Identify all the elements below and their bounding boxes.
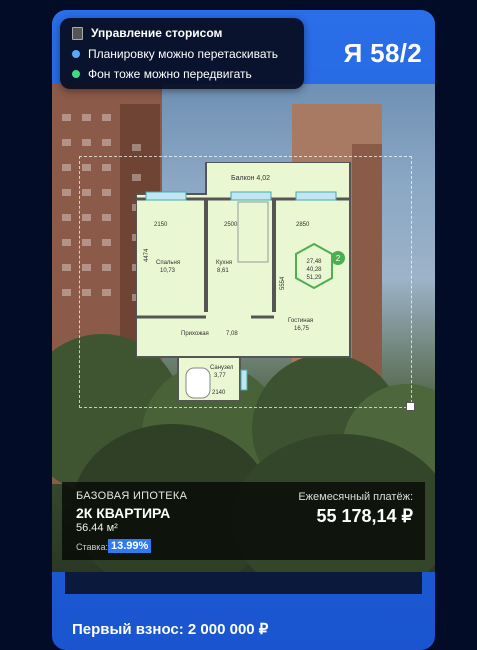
room-bedroom: Спальня — [156, 260, 180, 266]
offer-label: БАЗОВАЯ ИПОТЕКА — [76, 490, 188, 502]
hex-area-1: 27,48 — [306, 259, 322, 265]
phone-icon — [72, 26, 83, 40]
plan-badge-number: 2 — [336, 254, 341, 263]
dim-2850: 2850 — [296, 222, 310, 228]
hex-area-3: 51,29 — [306, 275, 322, 281]
dim-2150: 2150 — [154, 222, 168, 228]
hex-area-2: 40,28 — [306, 267, 322, 273]
blue-dot-icon — [72, 50, 80, 58]
tooltip-header: Управление сторисом — [91, 26, 223, 40]
footer-strip — [65, 572, 422, 594]
story-controls-tooltip: Управление сторисом Планировку можно пер… — [60, 18, 304, 89]
room-living: Гостиная — [288, 318, 313, 324]
resize-handle[interactable] — [406, 402, 415, 411]
dim-5554: 5554 — [280, 276, 286, 290]
tooltip-hint-plan: Планировку можно перетаскивать — [88, 47, 279, 61]
offer-type: 2К КВАРТИРА — [76, 505, 171, 521]
floor-plan[interactable]: 2 27,48 40,28 51,29 Балкон 4,02 2150 250… — [136, 162, 356, 404]
offer-panel: БАЗОВАЯ ИПОТЕКА 2К КВАРТИРА 56.44 м² Ста… — [62, 482, 425, 560]
tooltip-hint-bg: Фон тоже можно передвигать — [88, 67, 252, 81]
dim-2140: 2140 — [212, 390, 226, 396]
room-kitchen: Кухня — [216, 260, 232, 266]
dim-2500: 2500 — [224, 222, 238, 228]
room-balcony: Балкон 4,02 — [231, 175, 270, 182]
first-payment: Первый взнос: 2 000 000 ₽ — [72, 621, 269, 638]
monthly-label: Ежемесячный платёж: — [298, 491, 413, 503]
green-dot-icon — [72, 70, 80, 78]
room-hall-area: 7,08 — [226, 331, 238, 337]
room-bath-area: 3,77 — [214, 373, 226, 379]
story-card: Я 58/2 2 27,48 40,28 51,29 Балкон 4,02 2… — [52, 10, 435, 650]
rate-badge: 13.99% — [108, 539, 152, 553]
room-living-area: 16,75 — [294, 326, 310, 332]
monthly-payment: 55 178,14 ₽ — [316, 506, 413, 526]
dim-4474: 4474 — [144, 248, 150, 262]
room-hall: Прихожая — [181, 331, 209, 337]
room-bedroom-area: 10,73 — [160, 268, 176, 274]
room-bath: Санузел — [210, 365, 234, 371]
rate-label: Ставка: — [76, 542, 108, 552]
room-kitchen-area: 8,61 — [217, 268, 229, 274]
offer-area: 56.44 м² — [76, 522, 118, 534]
